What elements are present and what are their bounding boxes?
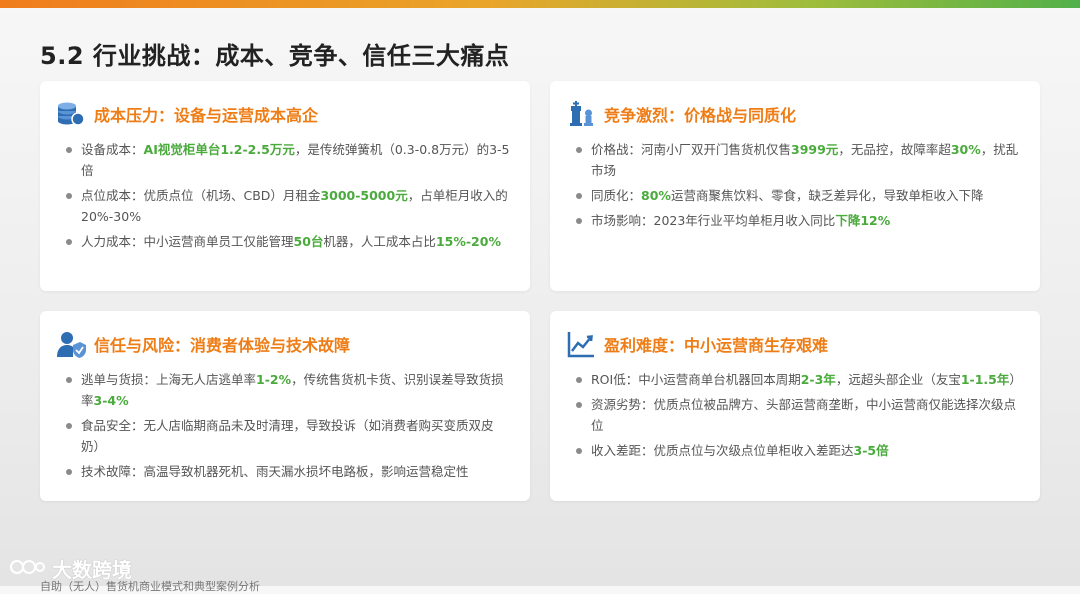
bullet-item: 设备成本：AI视觉柜单台1.2-2.5万元，是传统弹簧机（0.3-0.8万元）的… (66, 139, 512, 181)
bullet-text: 机器，人工成本占比 (323, 234, 436, 249)
card-header: 信任与风险：消费者体验与技术故障 (56, 329, 350, 359)
card-title: 竞争激烈：价格战与同质化 (604, 106, 797, 125)
card-title: 盈利难度：中小运营商生存艰难 (604, 336, 829, 355)
bullet-text: 技术故障：高温导致机器死机、雨天漏水损坏电路板，影响运营稳定性 (81, 464, 469, 479)
bullet-text: ） (1009, 372, 1022, 387)
card-header: 竞争激烈：价格战与同质化 (566, 99, 796, 129)
top-gradient-bar (0, 0, 1080, 8)
highlight-text: 下降12% (835, 213, 891, 228)
footer-caption: 自助（无人）售货机商业模式和典型案例分析 (40, 580, 260, 593)
card-header: 成本压力：设备与运营成本高企 (56, 99, 318, 129)
highlight-text: 30% (950, 142, 981, 157)
highlight-text: 15%-20% (435, 234, 501, 249)
bullet-item: 食品安全：无人店临期商品未及时清理，导致投诉（如消费者购买变质双皮奶） (66, 415, 512, 457)
bullet-item: 技术故障：高温导致机器死机、雨天漏水损坏电路板，影响运营稳定性 (66, 461, 512, 482)
bullet-item: 人力成本：中小运营商单员工仅能管理50台机器，人工成本占比15%-20% (66, 231, 512, 252)
highlight-text: 3-5倍 (853, 443, 889, 458)
bullet-item: 收入差距：优质点位与次级点位单柜收入差距达3-5倍 (576, 440, 1022, 461)
bullet-text: 价格战：河南小厂双开门售货机仅售 (591, 142, 792, 157)
bullet-item: 逃单与货损：上海无人店逃单率1-2%，传统售货机卡货、识别误差导致货损率3-4% (66, 369, 512, 411)
highlight-text: 2-3年 (800, 372, 836, 387)
bullet-item: 同质化：80%运营商聚焦饮料、零食，缺乏差异化，导致单柜收入下降 (576, 185, 1022, 206)
highlight-text: 50台 (293, 234, 324, 249)
bullet-text: 收入差距：优质点位与次级点位单柜收入差距达 (591, 443, 854, 458)
bullet-list: 逃单与货损：上海无人店逃单率1-2%，传统售货机卡货、识别误差导致货损率3-4%… (66, 369, 512, 486)
highlight-text: 3000-5000元 (320, 188, 408, 203)
highlight-text: 1-2% (256, 372, 292, 387)
card-competition: 竞争激烈：价格战与同质化 价格战：河南小厂双开门售货机仅售3999元，无品控，故… (550, 81, 1040, 291)
bullet-text: 人力成本：中小运营商单员工仅能管理 (81, 234, 294, 249)
highlight-text: 80% (641, 188, 671, 203)
bullet-text: 逃单与货损：上海无人店逃单率 (81, 372, 257, 387)
highlight-text: 3-4% (93, 393, 129, 408)
bullet-text: 同质化： (591, 188, 642, 203)
card-title: 信任与风险：消费者体验与技术故障 (94, 336, 351, 355)
card-header: 盈利难度：中小运营商生存艰难 (566, 329, 828, 359)
bullet-list: ROI低：中小运营商单台机器回本周期2-3年，远超头部企业（友宝1-1.5年） 资… (576, 369, 1022, 465)
bullet-list: 设备成本：AI视觉柜单台1.2-2.5万元，是传统弹簧机（0.3-0.8万元）的… (66, 139, 512, 256)
card-profitability: 盈利难度：中小运营商生存艰难 ROI低：中小运营商单台机器回本周期2-3年，远超… (550, 311, 1040, 501)
bullet-text: ，远超头部企业（友宝 (835, 372, 961, 387)
bullet-text: 设备成本： (81, 142, 144, 157)
card-title: 成本压力：设备与运营成本高企 (94, 106, 319, 125)
bullet-list: 价格战：河南小厂双开门售货机仅售3999元，无品控，故障率超30%，扰乱市场同质… (576, 139, 1022, 235)
bullet-text: ，无品控，故障率超 (838, 142, 951, 157)
card-trust-risk: 信任与风险：消费者体验与技术故障 逃单与货损：上海无人店逃单率1-2%，传统售货… (40, 311, 530, 501)
chess-pieces-icon (566, 99, 596, 129)
bullet-item: 价格战：河南小厂双开门售货机仅售3999元，无品控，故障率超30%，扰乱市场 (576, 139, 1022, 181)
user-shield-icon (56, 329, 86, 359)
coins-stack-icon (56, 99, 86, 129)
bullet-text: 食品安全：无人店临期商品未及时清理，导致投诉（如消费者购买变质双皮奶） (81, 418, 494, 454)
bullet-item: 点位成本：优质点位（机场、CBD）月租金3000-5000元，占单柜月收入的20… (66, 185, 512, 227)
highlight-text: AI视觉柜单台1.2-2.5万元 (143, 142, 295, 157)
page-title: 5.2 行业挑战：成本、竞争、信任三大痛点 (40, 42, 510, 70)
bullet-item: 资源劣势：优质点位被品牌方、头部运营商垄断，中小运营商仅能选择次级点位 (576, 394, 1022, 436)
bullet-text: ROI低：中小运营商单台机器回本周期 (591, 372, 801, 387)
bullet-text: 资源劣势：优质点位被品牌方、头部运营商垄断，中小运营商仅能选择次级点位 (591, 397, 1017, 433)
bullet-text: 点位成本：优质点位（机场、CBD）月租金 (81, 188, 321, 203)
card-cost-pressure: 成本压力：设备与运营成本高企 设备成本：AI视觉柜单台1.2-2.5万元，是传统… (40, 81, 530, 291)
bullet-text: 运营商聚焦饮料、零食，缺乏差异化，导致单柜收入下降 (670, 188, 984, 203)
line-chart-icon (566, 329, 596, 359)
bullet-item: ROI低：中小运营商单台机器回本周期2-3年，远超头部企业（友宝1-1.5年） (576, 369, 1022, 390)
highlight-text: 3999元 (791, 142, 839, 157)
highlight-text: 1-1.5年 (960, 372, 1010, 387)
bullet-item: 市场影响：2023年行业平均单柜月收入同比下降12% (576, 210, 1022, 231)
bullet-text: 市场影响：2023年行业平均单柜月收入同比 (591, 213, 836, 228)
